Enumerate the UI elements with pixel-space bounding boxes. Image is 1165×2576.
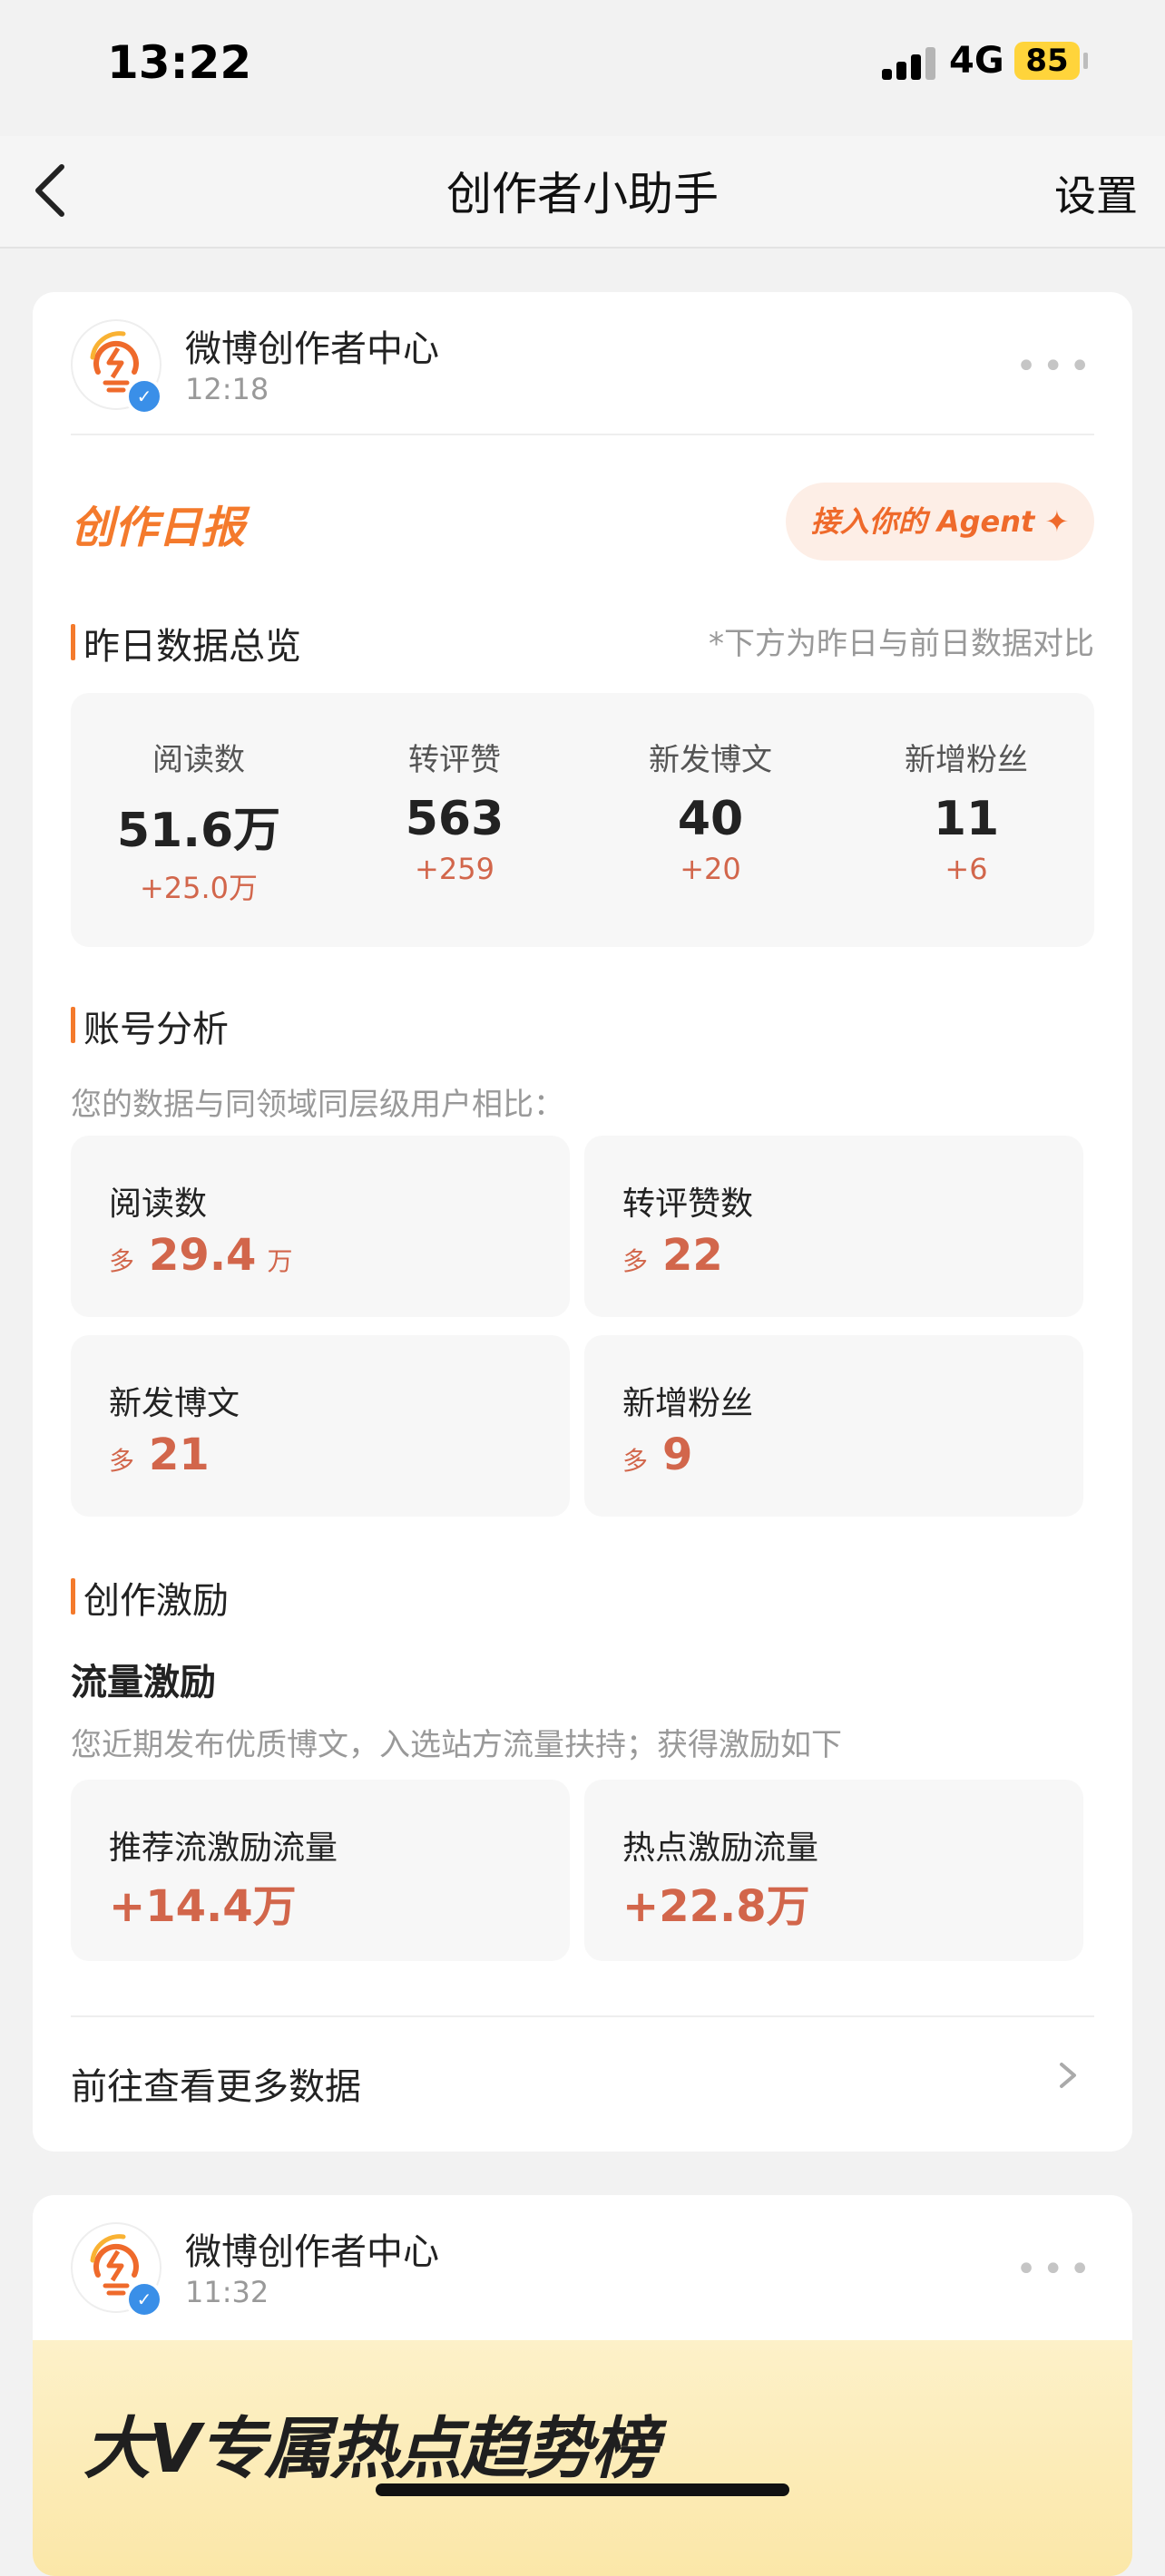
battery-icon: 85	[1014, 42, 1080, 80]
tile-value: 多 29.4 万	[109, 1230, 292, 1281]
sender-name[interactable]: 微博创作者中心	[185, 2222, 439, 2275]
divider	[71, 2015, 1094, 2017]
tile-number: 9	[662, 1429, 693, 1480]
daily-report-card: ✓ 微博创作者中心 12:18 ••• 创作日报 接入你的 Agent ✦ 昨日…	[33, 292, 1132, 2152]
tile-label: 转评赞数	[622, 1186, 754, 1223]
analysis-tile-engagement: 转评赞数 多 22	[584, 1136, 1083, 1317]
stat-new-fans: 新增粉丝 11 +6	[838, 735, 1094, 886]
tile-prefix: 多	[622, 1446, 649, 1476]
tile-label: 热点激励流量	[622, 1830, 819, 1867]
incentive-title: 创作激励	[71, 1571, 229, 1624]
tile-prefix: 多	[109, 1246, 135, 1276]
analysis-title: 账号分析	[71, 1000, 229, 1052]
tile-value: 多 21	[109, 1429, 210, 1480]
tile-value: 多 22	[622, 1230, 723, 1281]
stat-label: 新增粉丝	[905, 742, 1028, 778]
more-options-icon[interactable]: •••	[1015, 2251, 1096, 2288]
hot-trend-card: ✓ 微博创作者中心 11:32 ••• 大V专属热点趋势榜	[33, 2195, 1132, 2576]
analysis-tile-new-posts: 新发博文 多 21	[71, 1335, 570, 1517]
banner-title: 大V专属热点趋势榜	[83, 2410, 658, 2488]
stat-value: 40	[677, 792, 744, 846]
connect-agent-button[interactable]: 接入你的 Agent ✦	[786, 483, 1094, 561]
analysis-tile-new-fans: 新增粉丝 多9	[584, 1335, 1083, 1517]
incentive-note: 您近期发布优质博文，入选站方流量扶持；获得激励如下	[71, 1727, 842, 1763]
stat-label: 转评赞	[408, 742, 501, 778]
stat-value: 563	[405, 792, 504, 846]
more-data-label: 前往查看更多数据	[71, 2066, 361, 2108]
page-title: 创作者小助手	[446, 168, 719, 220]
stat-delta: +259	[415, 852, 494, 886]
message-time: 11:32	[185, 2275, 269, 2309]
verified-badge-icon: ✓	[125, 2280, 163, 2318]
tile-number: 21	[149, 1429, 210, 1480]
incentive-tile-recommend: 推荐流激励流量 +14.4万	[71, 1780, 570, 1961]
nav-bar: 创作者小助手 设置	[0, 136, 1165, 249]
stat-reads: 阅读数 51.6万 +25.0万	[71, 735, 327, 907]
stat-engagement: 转评赞 563 +259	[327, 735, 582, 886]
overview-note: *下方为昨日与前日数据对比	[709, 626, 1094, 662]
tile-prefix: 多	[622, 1246, 649, 1276]
settings-button[interactable]: 设置	[1054, 163, 1138, 223]
hot-trend-banner[interactable]: 大V专属热点趋势榜	[33, 2340, 1132, 2576]
status-time: 13:22	[107, 36, 252, 89]
stats-overview: 阅读数 51.6万 +25.0万 转评赞 563 +259 新发博文 40 +2…	[71, 693, 1094, 947]
battery-tip	[1083, 53, 1088, 69]
home-indicator[interactable]	[376, 2483, 789, 2496]
analysis-tile-reads: 阅读数 多 29.4 万	[71, 1136, 570, 1317]
tile-number: 22	[662, 1230, 723, 1281]
incentive-tile-hot: 热点激励流量 +22.8万	[584, 1780, 1083, 1961]
more-options-icon[interactable]: •••	[1015, 348, 1096, 385]
stat-delta: +25.0万	[139, 871, 259, 905]
stat-delta: +20	[680, 852, 741, 886]
overview-title: 昨日数据总览	[71, 617, 301, 669]
stat-label: 新发博文	[649, 742, 772, 778]
stat-delta: +6	[945, 852, 988, 886]
tile-label: 新发博文	[109, 1385, 240, 1422]
tile-value: +14.4万	[109, 1881, 297, 1932]
network-label: 4G	[949, 40, 1004, 82]
tile-value: +22.8万	[622, 1881, 810, 1932]
tile-label: 推荐流激励流量	[109, 1830, 338, 1867]
signal-icon	[882, 47, 936, 80]
report-title: 创作日报	[71, 503, 246, 553]
stat-label: 阅读数	[152, 742, 245, 778]
more-data-link[interactable]: 前往查看更多数据	[71, 2035, 1094, 2117]
tile-unit: 万	[267, 1246, 293, 1276]
tile-label: 阅读数	[109, 1186, 208, 1223]
status-bar: 13:22 4G 85	[0, 0, 1165, 136]
verified-badge-icon: ✓	[125, 377, 163, 415]
stat-value: 11	[933, 792, 1000, 846]
incentive-subtitle: 流量激励	[71, 1662, 216, 1703]
tile-label: 新增粉丝	[622, 1385, 754, 1422]
message-time: 12:18	[185, 372, 269, 406]
tile-value: 多9	[622, 1429, 692, 1480]
divider	[71, 434, 1094, 435]
tile-number: 29.4	[149, 1230, 257, 1281]
tile-prefix: 多	[109, 1446, 135, 1476]
stat-value: 51.6万	[116, 804, 281, 858]
stat-new-posts: 新发博文 40 +20	[582, 735, 838, 886]
analysis-note: 您的数据与同领域同层级用户相比：	[71, 1087, 564, 1123]
sender-name[interactable]: 微博创作者中心	[185, 319, 439, 372]
chevron-right-icon	[1049, 2057, 1085, 2093]
